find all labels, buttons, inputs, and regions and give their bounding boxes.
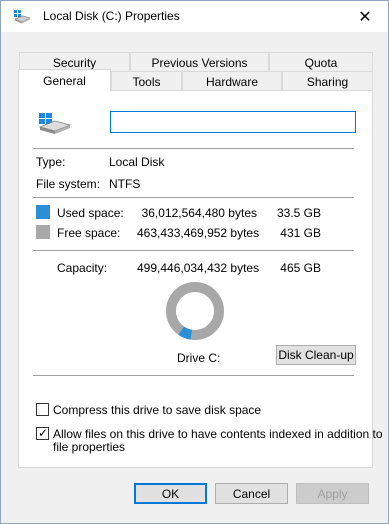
type-value: Local Disk [109, 155, 165, 169]
divider [33, 197, 354, 198]
checkmark-icon: ✓ [38, 426, 49, 440]
tab-label: Security [52, 55, 97, 70]
ok-label: OK [161, 486, 180, 501]
used-space-arc [178, 326, 193, 340]
compress-label: Compress this drive to save disk space [53, 403, 262, 417]
type-label: Type: [36, 155, 66, 169]
free-space-bytes: 463,433,469,952 bytes [137, 226, 260, 240]
tab-label: Hardware [205, 74, 259, 89]
file-system-value: NTFS [109, 177, 141, 191]
drive-label: Drive C: [177, 351, 221, 365]
drive-name-input[interactable] [110, 111, 356, 133]
windows-drive-icon [38, 113, 71, 134]
disk-cleanup-button[interactable]: Disk Clean-up [276, 345, 356, 365]
tab-hardware[interactable]: Hardware [182, 71, 282, 91]
free-space-label: Free space: [57, 226, 121, 240]
tab-label: Tools [132, 74, 161, 89]
drive-icon [14, 10, 31, 24]
divider [33, 250, 354, 251]
tab-tools[interactable]: Tools [111, 71, 182, 91]
capacity-bytes: 499,446,034,432 bytes [137, 261, 260, 275]
capacity-gb: 465 GB [280, 261, 321, 275]
tab-general[interactable]: General [18, 69, 111, 91]
index-label-line1: Allow files on this drive to have conten… [53, 427, 383, 441]
tab-quota[interactable]: Quota [269, 52, 373, 72]
capacity-label: Capacity: [57, 261, 108, 275]
usage-donut-chart [166, 282, 224, 340]
index-label-line2: file properties [53, 440, 126, 454]
disk-cleanup-label: Disk Clean-up [278, 348, 354, 362]
close-button[interactable]: ✕ [342, 1, 388, 32]
apply-button[interactable]: Apply [296, 483, 369, 504]
free-space-swatch [36, 225, 50, 239]
tab-previous-versions[interactable]: Previous Versions [130, 52, 269, 72]
close-icon: ✕ [358, 8, 372, 26]
divider [33, 148, 354, 149]
compress-checkbox[interactable] [36, 403, 49, 416]
file-system-label: File system: [36, 177, 101, 191]
ok-button[interactable]: OK [134, 483, 207, 504]
used-space-label: Used space: [57, 206, 124, 220]
general-panel: Type: Local Disk File system: NTFS Used … [18, 90, 383, 468]
apply-label: Apply [317, 486, 348, 501]
tab-sharing[interactable]: Sharing [282, 71, 373, 91]
tab-label: Previous Versions [151, 55, 248, 70]
index-checkbox[interactable]: ✓ [36, 426, 49, 440]
tab-label: Quota [304, 55, 338, 70]
free-space-gb: 431 GB [280, 226, 321, 240]
divider [33, 375, 354, 376]
cancel-label: Cancel [232, 486, 271, 501]
tab-label: General [43, 73, 86, 88]
title-bar[interactable]: Local Disk (C:) Properties ✕ [1, 1, 388, 32]
used-space-swatch [36, 205, 50, 219]
free-space-ring [166, 282, 224, 340]
properties-window: Local Disk (C:) Properties ✕ Security Pr… [0, 0, 389, 524]
used-space-gb: 33.5 GB [276, 206, 321, 220]
cancel-button[interactable]: Cancel [215, 483, 288, 504]
used-space-bytes: 36,012,564,480 bytes [141, 206, 257, 220]
window-title: Local Disk (C:) Properties [43, 9, 180, 23]
tab-label: Sharing [306, 74, 349, 89]
